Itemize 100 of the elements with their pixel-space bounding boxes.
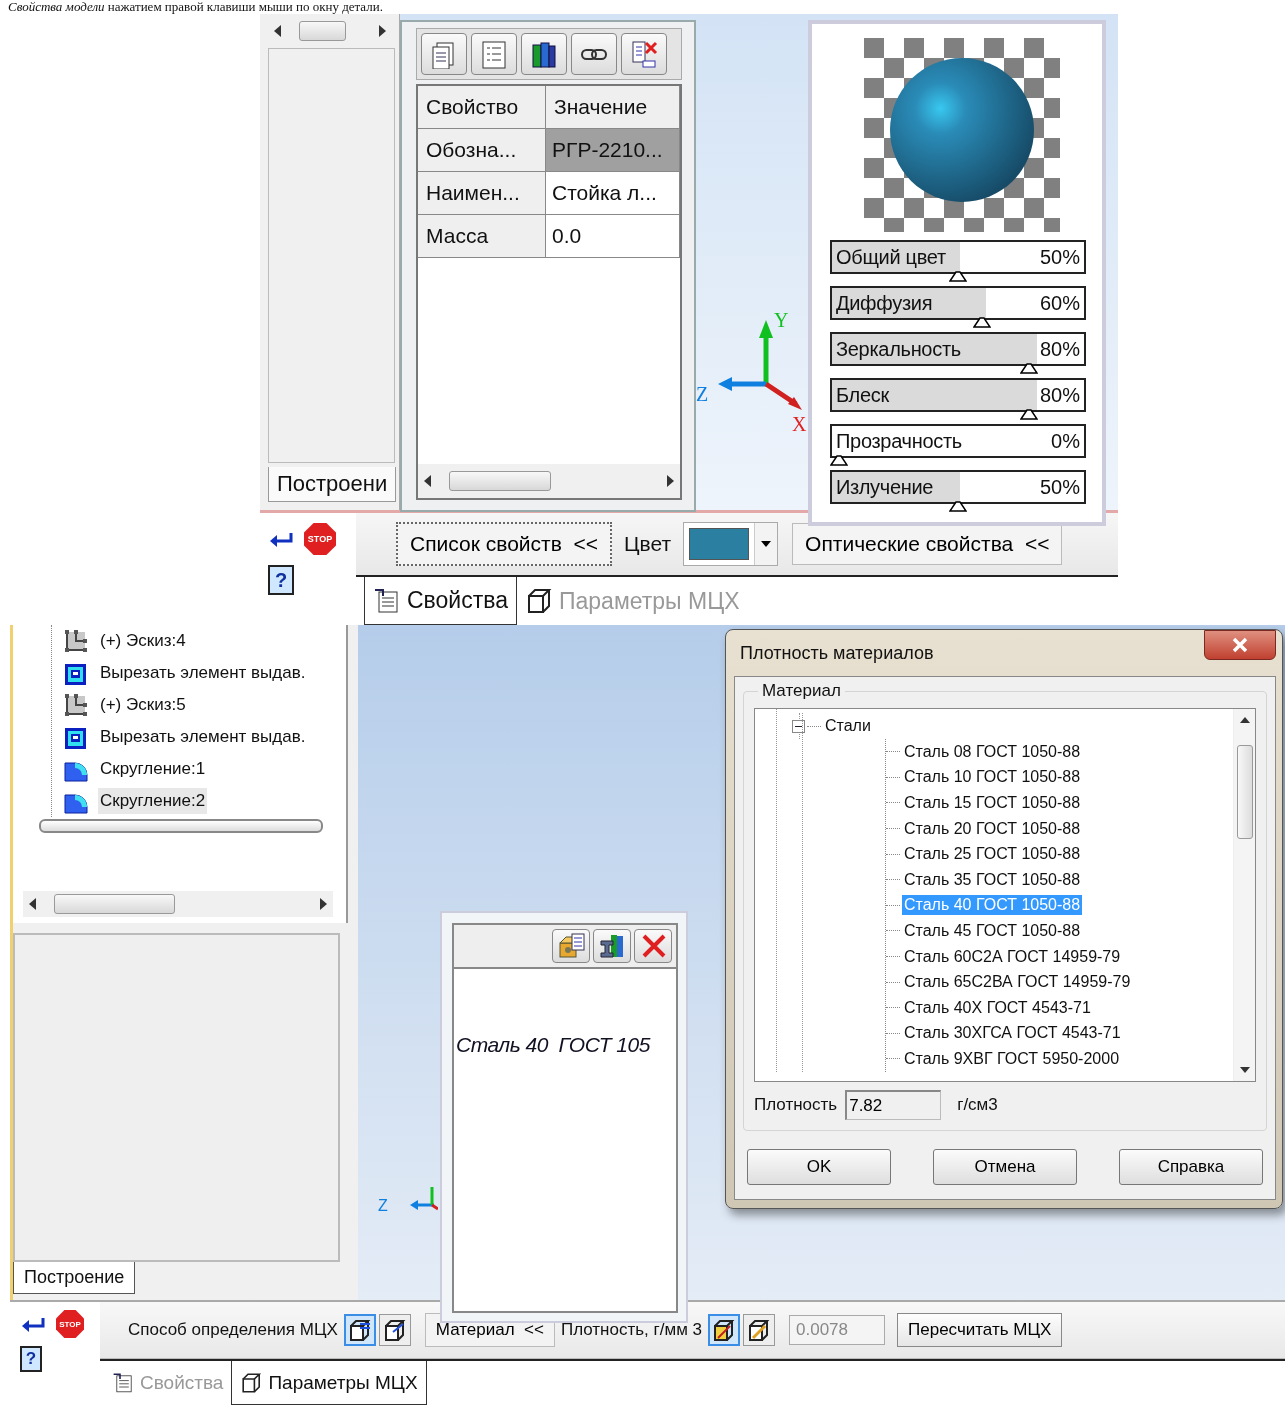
- slider-label: Блеск: [835, 383, 889, 408]
- tree-item[interactable]: Скругление:1: [98, 756, 208, 782]
- delete-document-icon: [629, 39, 659, 69]
- tree-item[interactable]: Сталь 20 ГОСТ 1050-88: [902, 818, 1083, 839]
- tree-item[interactable]: Сталь 65С2ВА ГОСТ 14959-79: [902, 972, 1133, 993]
- density-label: Плотность: [754, 1095, 838, 1115]
- axis-label: Z: [696, 384, 709, 404]
- horizontal-scrollbar[interactable]: [23, 891, 333, 917]
- toolbar-button[interactable]: [593, 929, 631, 963]
- tree-item[interactable]: Сталь 60С2А ГОСТ 14959-79: [902, 946, 1123, 967]
- tree-item[interactable]: Сталь 35 ГОСТ 1050-88: [902, 869, 1083, 890]
- color-dropdown[interactable]: [683, 522, 779, 566]
- toolbar-button[interactable]: [571, 33, 617, 75]
- color-label: Цвет: [623, 532, 673, 556]
- dialog-button[interactable]: OK: [747, 1149, 891, 1185]
- tree-item[interactable]: Стали: [823, 716, 873, 736]
- books-icon: [529, 39, 559, 69]
- stop-button[interactable]: STOP: [56, 1310, 84, 1338]
- unit-label: г/см3: [957, 1095, 998, 1115]
- tree-item[interactable]: Сталь 9ХВГ ГОСТ 5950-2000: [902, 1048, 1122, 1069]
- table-cell[interactable]: РГР-2210...: [546, 129, 680, 172]
- stop-button[interactable]: STOP: [304, 523, 336, 555]
- enter-button[interactable]: [20, 1316, 46, 1332]
- tree-item[interactable]: Сталь 10 ГОСТ 1050-88: [902, 767, 1083, 788]
- tree-item[interactable]: Сталь 25 ГОСТ 1050-88: [902, 844, 1083, 865]
- slider-label: Диффузия: [835, 291, 933, 316]
- toolbar-button[interactable]: [708, 1314, 741, 1346]
- toolbar-button[interactable]: [343, 1314, 376, 1346]
- toolbar-button[interactable]: [521, 33, 567, 75]
- tab[interactable]: Свойства: [364, 577, 517, 625]
- table-cell: Масса: [418, 215, 546, 258]
- slider[interactable]: Излучение 50%: [830, 470, 1086, 512]
- enter-arrow-icon: [268, 531, 294, 547]
- slider[interactable]: Общий цвет 50%: [830, 240, 1086, 282]
- slider-reading: 80%: [1039, 383, 1081, 408]
- vertical-scrollbar[interactable]: [1233, 709, 1255, 1081]
- slider-reading: 60%: [1039, 291, 1081, 316]
- toolbar-button[interactable]: [743, 1314, 776, 1346]
- tree-item[interactable]: (+) Эскиз:5: [98, 692, 188, 718]
- window-title: Плотность материалов: [740, 642, 934, 664]
- density-field[interactable]: 7.82: [845, 1090, 942, 1120]
- slider-reading: 50%: [1039, 475, 1081, 500]
- slider[interactable]: Прозрачность 0%: [830, 424, 1086, 466]
- slider-thumb[interactable]: [830, 454, 848, 466]
- table-cell: Наимен...: [418, 172, 546, 215]
- enter-arrow-icon: [20, 1316, 46, 1332]
- caption-text: Свойства модели нажатием правой клавиши мыши по окну детали.: [8, 0, 384, 14]
- panel-tab[interactable]: Построение: [13, 1262, 136, 1294]
- toolbar-button[interactable]: [378, 1314, 411, 1346]
- checklist-icon: [479, 39, 509, 69]
- panel-toggle-button[interactable]: Список свойств <<: [396, 522, 612, 566]
- tab[interactable]: Параметры МЦХ: [231, 1361, 427, 1405]
- tree-item[interactable]: Сталь 15 ГОСТ 1050-88: [902, 793, 1083, 813]
- slider-reading: 50%: [1039, 245, 1081, 270]
- material-name: Сталь 40 ГОСТ 105: [455, 1033, 652, 1057]
- panel-tab[interactable]: Построени: [268, 467, 397, 502]
- tree-item[interactable]: Сталь 40Х ГОСТ 4543-71: [902, 997, 1093, 1018]
- group-label: Материал: [758, 681, 845, 701]
- tree-item[interactable]: Сталь 45 ГОСТ 1050-88: [902, 920, 1083, 941]
- axis-label: Y: [774, 310, 789, 330]
- density-pencil-icon: [747, 1318, 772, 1342]
- table-cell[interactable]: 0.0: [546, 215, 680, 258]
- tree-item[interactable]: Сталь 08 ГОСТ 1050-88: [902, 741, 1083, 762]
- close-button[interactable]: [1204, 630, 1276, 660]
- part-list-icon: [347, 1318, 372, 1342]
- axis-label: Z: [378, 1197, 388, 1215]
- help-button[interactable]: ?: [268, 565, 294, 595]
- slider-label: Общий цвет: [835, 245, 946, 270]
- slider-reading: 0%: [1051, 429, 1081, 454]
- slider[interactable]: Зеркальность 80%: [830, 332, 1086, 374]
- slider-thumb[interactable]: [949, 270, 967, 282]
- edit-density-icon: [712, 1318, 737, 1342]
- tree-item[interactable]: Сталь 30ХГСА ГОСТ 4543-71: [902, 1023, 1123, 1044]
- slider-thumb[interactable]: [1020, 408, 1039, 420]
- help-button[interactable]: ?: [20, 1346, 42, 1372]
- close-icon: [1231, 637, 1249, 653]
- method-label: Способ определения МЦХ: [128, 1320, 338, 1340]
- slider[interactable]: Блеск 80%: [830, 378, 1086, 420]
- tree-item[interactable]: Скругление:2: [98, 788, 208, 814]
- dialog-button[interactable]: Отмена: [933, 1149, 1077, 1185]
- tree-item[interactable]: Вырезать элемент выдав.: [98, 660, 308, 686]
- tree-item[interactable]: (+) Эскиз:4: [98, 628, 188, 654]
- enter-button[interactable]: [268, 531, 294, 547]
- caret-icon: [761, 541, 772, 547]
- panel-toggle-button[interactable]: Оптические свойства <<: [792, 523, 1063, 565]
- density-label: Плотность, г/мм 3: [560, 1320, 703, 1340]
- table-cell[interactable]: Стойка л...: [546, 172, 680, 215]
- slider-label: Прозрачность: [835, 429, 962, 454]
- slider-thumb[interactable]: [1020, 362, 1039, 374]
- slider-thumb[interactable]: [972, 316, 991, 328]
- slider[interactable]: Диффузия 60%: [830, 286, 1086, 328]
- tree-item[interactable]: Вырезать элемент выдав.: [98, 724, 308, 750]
- part-arrow-icon: [382, 1318, 407, 1342]
- recalculate-button[interactable]: Пересчитать МЦХ: [897, 1313, 1063, 1347]
- box-document-icon: [556, 931, 586, 961]
- horizontal-scrollbar[interactable]: [418, 464, 680, 498]
- dialog-button[interactable]: Справка: [1119, 1149, 1263, 1185]
- splitter-bar[interactable]: [39, 819, 323, 833]
- axis-label: X: [792, 414, 807, 434]
- column-header: Свойство: [418, 86, 546, 129]
